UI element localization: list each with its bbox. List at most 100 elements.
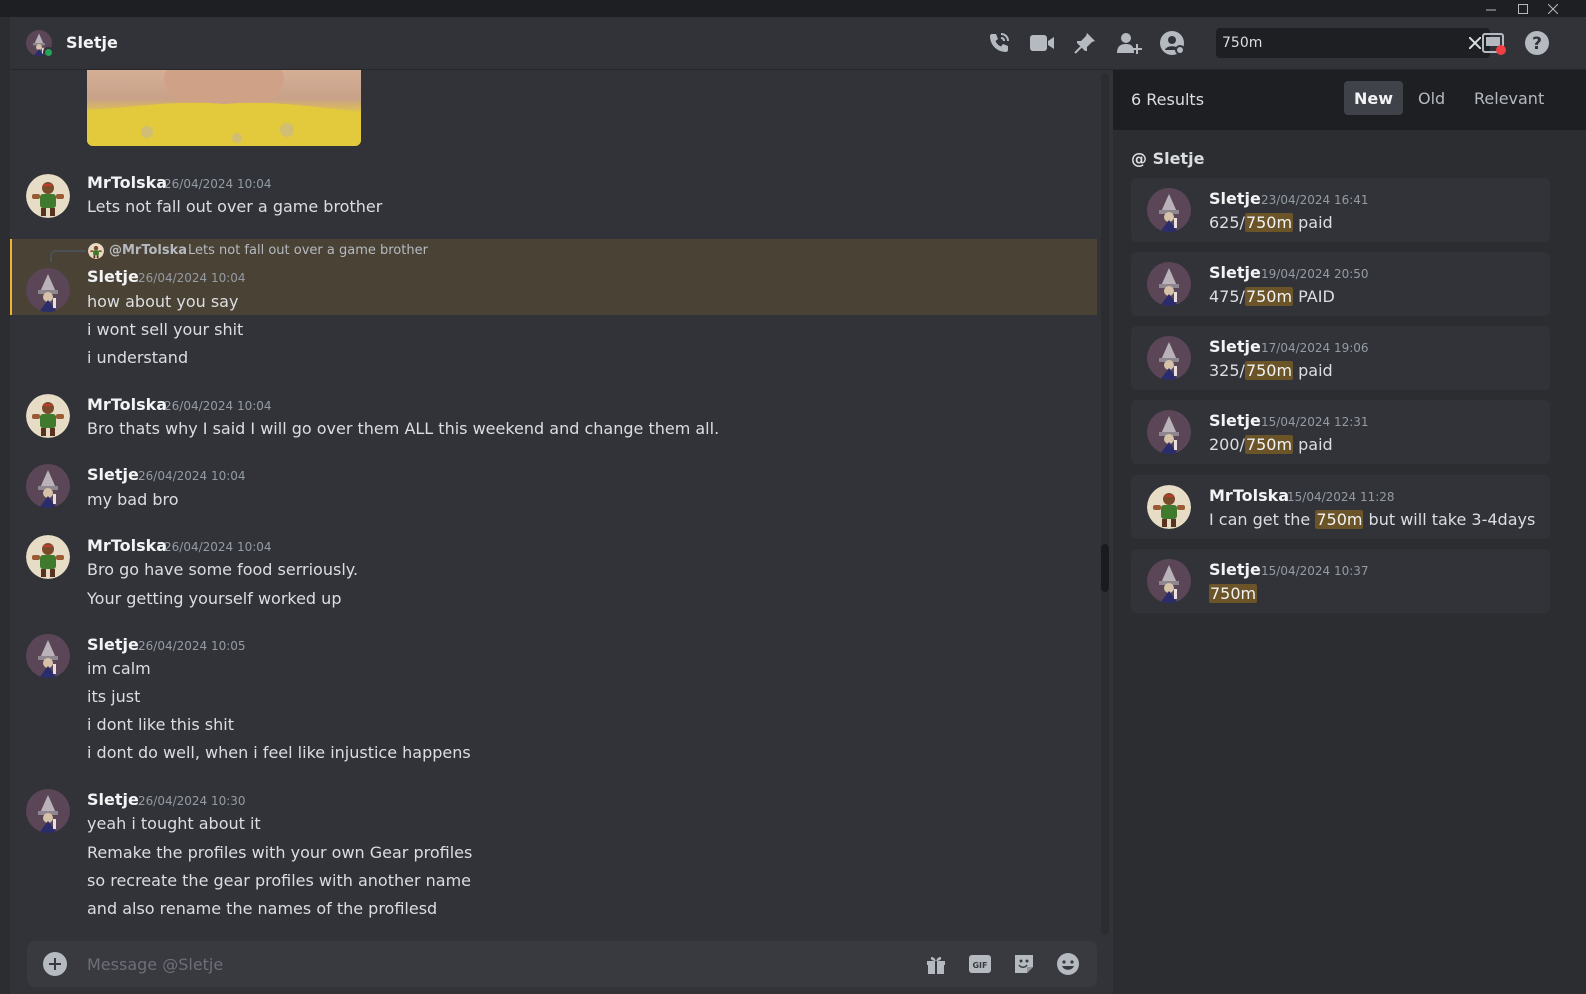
search-result[interactable]: Sletje 15/04/2024 12:31 200/750m paid [1131,400,1550,464]
message-text: and also rename the names of the profile… [87,899,438,918]
minimize-icon[interactable] [1476,0,1506,17]
message-timestamp: 26/04/2024 10:04 [138,271,246,285]
image-attachment[interactable] [87,70,361,146]
chat-scrollbar-thumb[interactable] [1101,544,1109,592]
search-box[interactable] [1216,28,1490,58]
sticker-icon[interactable] [1010,950,1038,978]
phone-call-icon[interactable] [984,28,1014,58]
gif-icon[interactable]: GIF [966,950,994,978]
search-result[interactable]: Sletje 19/04/2024 20:50 475/750m PAID [1131,252,1550,316]
reply-connector [50,250,86,262]
help-icon[interactable]: ? [1522,28,1552,58]
avatar[interactable] [26,268,70,312]
message-author[interactable]: MrTolska [87,536,167,555]
message-author[interactable]: MrTolska [87,173,167,192]
gif-label: GIF [972,961,987,970]
message-author[interactable]: Sletje [87,267,139,286]
search-match-highlight: 750m [1244,361,1294,380]
avatar[interactable] [26,535,70,579]
search-results-panel: 6 Results New Old Relevant @ Sletje Slet… [1113,70,1586,994]
result-timestamp: 15/04/2024 11:28 [1287,490,1395,504]
message-text: i dont like this shit [87,715,234,734]
profile-icon[interactable] [1157,28,1187,58]
chat-scrollbar[interactable] [1101,73,1109,935]
message-text: my bad bro [87,490,179,509]
message-text: Remake the profiles with your own Gear p… [87,843,473,862]
avatar[interactable] [26,789,70,833]
search-match-highlight: 750m [1244,435,1294,454]
message-composer: GIF [27,941,1097,987]
reply-preview-text[interactable]: Lets not fall out over a game brother [188,243,428,258]
search-result[interactable]: Sletje 23/04/2024 16:41 625/750m paid [1131,178,1550,242]
search-match-highlight: 750m [1209,584,1258,603]
close-icon[interactable] [1538,0,1568,17]
search-match-highlight: 750m [1244,287,1294,306]
tab-relevant[interactable]: Relevant [1464,81,1554,115]
message-list: MrTolska 26/04/2024 10:04 Lets not fall … [10,70,1100,938]
avatar[interactable] [1147,188,1191,232]
inbox-icon[interactable] [1479,28,1509,58]
results-count: 6 Results [1131,90,1205,109]
maximize-icon[interactable] [1508,0,1538,17]
result-channel-label[interactable]: @ Sletje [1131,149,1204,168]
result-text-post: paid [1293,361,1333,380]
search-results-header: 6 Results New Old Relevant [1113,70,1586,130]
result-text: 200/750m paid [1209,435,1333,454]
search-result[interactable]: Sletje 15/04/2024 10:37 750m [1131,549,1550,613]
result-author[interactable]: Sletje [1209,189,1261,208]
window-titlebar [0,0,1586,17]
result-text-pre: 625/ [1209,213,1245,232]
search-result[interactable]: Sletje 17/04/2024 19:06 325/750m paid [1131,326,1550,390]
add-attachment-icon[interactable] [43,952,67,976]
avatar[interactable] [26,634,70,678]
add-friend-icon[interactable] [1114,28,1144,58]
result-author[interactable]: Sletje [1209,337,1261,356]
message-text: Bro thats why I said I will go over them… [87,419,720,438]
pin-icon[interactable] [1070,28,1100,58]
avatar[interactable] [1147,336,1191,380]
channel-header: Sletje ? [10,17,1586,70]
video-call-icon[interactable] [1027,28,1057,58]
message-timestamp: 26/04/2024 10:04 [164,177,272,191]
tab-old[interactable]: Old [1408,81,1455,115]
message-text: yeah i tought about it [87,814,261,833]
tab-new[interactable]: New [1344,81,1404,115]
result-text-pre: 325/ [1209,361,1245,380]
avatar[interactable] [1147,262,1191,306]
result-author[interactable]: MrTolska [1209,486,1289,505]
message-text: its just [87,687,141,706]
avatar[interactable] [1147,559,1191,603]
result-author[interactable]: Sletje [1209,560,1261,579]
result-timestamp: 17/04/2024 19:06 [1261,341,1369,355]
svg-text:?: ? [1532,34,1542,54]
result-author[interactable]: Sletje [1209,263,1261,282]
reply-author[interactable]: @MrTolska [109,243,187,258]
message-author[interactable]: MrTolska [87,395,167,414]
message-text: i wont sell your shit [87,320,244,339]
avatar[interactable] [1147,485,1191,529]
reply-avatar[interactable] [88,243,104,259]
message-text: Lets not fall out over a game brother [87,197,383,216]
avatar[interactable] [26,174,70,218]
gift-icon[interactable] [922,950,950,978]
result-author[interactable]: Sletje [1209,411,1261,430]
result-timestamp: 19/04/2024 20:50 [1261,267,1369,281]
avatar[interactable] [26,464,70,508]
message-timestamp: 26/04/2024 10:30 [138,794,246,808]
result-text: 750m [1209,584,1258,603]
result-timestamp: 15/04/2024 10:37 [1261,564,1369,578]
avatar[interactable] [1147,410,1191,454]
avatar[interactable] [26,394,70,438]
result-text-post: PAID [1293,287,1335,306]
message-author[interactable]: Sletje [87,635,139,654]
search-result[interactable]: MrTolska 15/04/2024 11:28 I can get the … [1131,475,1550,539]
message-author[interactable]: Sletje [87,790,139,809]
message-timestamp: 26/04/2024 10:04 [164,399,272,413]
search-match-highlight: 750m [1244,213,1294,232]
message-author[interactable]: Sletje [87,465,139,484]
search-input[interactable] [1222,28,1452,58]
result-text: I can get the 750m but will take 3-4days [1209,510,1535,529]
message-input[interactable] [87,949,847,979]
message-timestamp: 26/04/2024 10:04 [164,540,272,554]
emoji-icon[interactable] [1054,950,1082,978]
